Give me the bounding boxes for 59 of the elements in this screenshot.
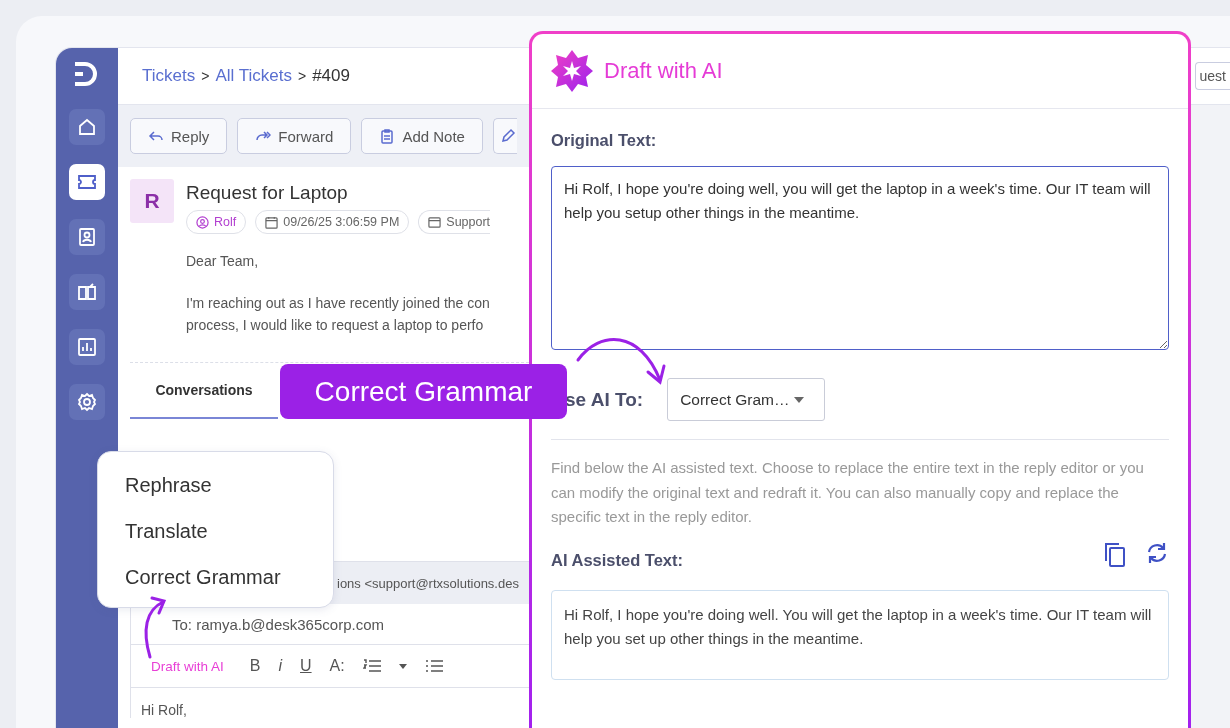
clipboard-icon xyxy=(379,128,396,144)
sidebar-item[interactable] xyxy=(69,384,105,420)
action-dropdown[interactable]: Correct Gram… xyxy=(667,378,826,421)
edit-button[interactable] xyxy=(492,118,517,154)
sidebar-item[interactable] xyxy=(69,219,105,255)
breadcrumb-current: #409 xyxy=(312,66,350,86)
sparkle-logo-icon xyxy=(550,49,594,93)
header-button[interactable]: uest xyxy=(1194,62,1230,90)
copy-icon[interactable] xyxy=(1103,541,1127,568)
italic-button[interactable]: i xyxy=(278,657,282,675)
reply-button[interactable]: Reply xyxy=(130,118,228,154)
settings-icon xyxy=(77,392,97,412)
ticket-title: Request for Laptop xyxy=(186,182,349,204)
panel-title: Draft with AI xyxy=(604,58,723,84)
size-button[interactable]: A: xyxy=(329,657,345,675)
message-text: I'm reaching out as I have recently joined the con xyxy=(186,294,491,313)
ticket-icon xyxy=(77,172,97,192)
bar-chart-icon xyxy=(77,337,97,357)
message-text: process, I would like to request a laptop to perfo xyxy=(186,316,485,335)
help-text: Find below the AI assisted text. Choose to replace the entire text in the reply editor or you can modify the original text and redraft it. You can also manually copy and replace the specific text in the reply editor. xyxy=(551,458,1145,527)
curved-arrow xyxy=(144,596,167,659)
to-line: To: ramya.b@desk365corp.com xyxy=(172,615,384,633)
caret-icon xyxy=(793,396,804,403)
sidebar-item[interactable] xyxy=(69,274,105,310)
underline-button[interactable]: U xyxy=(300,657,312,675)
bold-button[interactable]: B xyxy=(249,657,261,675)
caret-icon[interactable] xyxy=(398,663,407,669)
field-label: AI Assisted Text: xyxy=(551,551,684,570)
sidebar-item[interactable] xyxy=(69,329,105,365)
contact-card-icon xyxy=(77,227,97,247)
folder-icon xyxy=(428,215,442,229)
field-label: Original Text: xyxy=(551,131,658,150)
home-icon xyxy=(77,117,97,137)
calendar-icon xyxy=(265,215,279,229)
breadcrumb-separator: > xyxy=(297,68,307,84)
field-label: se AI To: xyxy=(565,388,644,411)
forward-button[interactable]: Forward xyxy=(237,118,352,154)
breadcrumb-separator: > xyxy=(201,68,210,84)
avatar: R xyxy=(130,179,174,223)
refresh-icon[interactable] xyxy=(1145,541,1169,564)
breadcrumb-link[interactable]: All Tickets xyxy=(215,66,292,86)
bullet-list-icon[interactable] xyxy=(424,660,443,672)
sidebar-item[interactable] xyxy=(69,109,105,145)
book-icon xyxy=(77,282,97,302)
callout-label: Correct Grammar xyxy=(280,364,567,419)
editor-text: Hi Rolf, xyxy=(140,701,188,718)
breadcrumb-link[interactable]: Tickets xyxy=(142,66,196,86)
sidebar-item[interactable] xyxy=(69,164,105,200)
draft-with-ai-button[interactable]: Draft with AI xyxy=(151,658,224,674)
tab[interactable]: Conversations xyxy=(130,363,278,419)
menu-item[interactable]: Rephrase xyxy=(98,470,333,516)
pencil-icon xyxy=(499,128,516,144)
numbered-list-icon[interactable] xyxy=(362,659,381,673)
message-text: Dear Team, xyxy=(186,252,260,271)
ai-assisted-text: Hi Rolf, I hope you're doing well. You will get the laptop in a week's time. Our IT team will help you set up other things in the meantime. xyxy=(551,589,1169,680)
user-icon xyxy=(196,215,209,229)
original-text-field[interactable]: Hi Rolf, I hope you're doing well, you will get the laptop in a week's time. Our IT team will help you setup other things in the meantime. xyxy=(551,166,1169,350)
menu-item[interactable]: Translate xyxy=(98,516,333,562)
note-button[interactable]: Add Note xyxy=(361,118,483,154)
